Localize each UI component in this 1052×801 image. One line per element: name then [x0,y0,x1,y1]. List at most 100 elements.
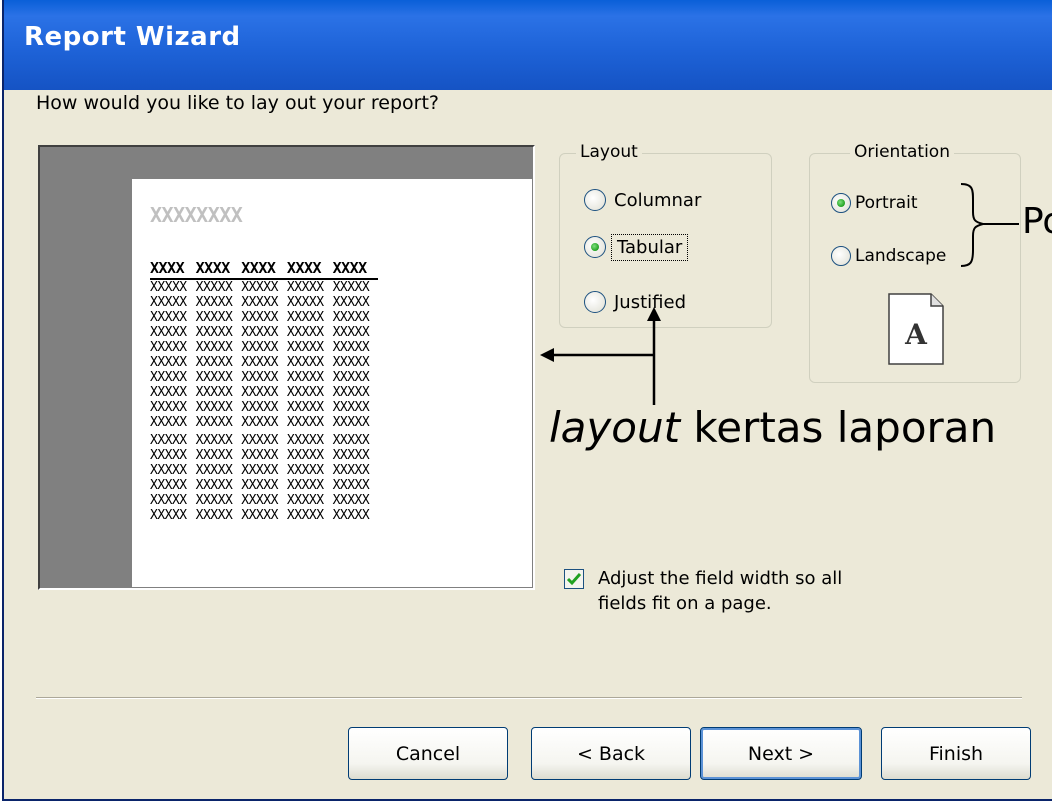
back-button[interactable]: < Back [531,727,691,780]
preview-cell: XXXXX [332,385,370,400]
preview-cell: XXXXX [241,463,278,478]
portrait-page-icon: A [888,293,944,365]
preview-cell: XXXXX [332,433,370,448]
preview-cell: XXXXX [286,370,324,385]
preview-row: XXXXX XXXXX XXXXX XXXXX XXXXX [150,340,378,355]
radio-circle-selected[interactable] [584,236,606,258]
preview-cell: XXXXX [241,448,278,463]
adjust-field-width-label: Adjust the field width so all fields fit… [598,568,843,614]
preview-row: XXXXX XXXXX XXXXX XXXXX XXXXX [150,463,378,478]
preview-cell: XXXXX [332,493,370,508]
preview-cell: XXXXX [195,325,233,340]
preview-cell: XXXXX [195,340,233,355]
adjust-field-width-checkbox[interactable]: Adjust the field width so all fields fit… [564,566,858,616]
preview-cell: XXXXX [195,400,233,415]
preview-cell: XXXXX [286,415,324,430]
preview-cell: XXXXX [195,310,233,325]
preview-row: XXXXX XXXXX XXXXX XXXXX XXXXX [150,400,378,415]
preview-cell: XXXXX [195,478,233,493]
preview-cell: XXXXX [150,355,187,370]
wizard-prompt: How would you like to lay out your repor… [36,92,439,114]
preview-row: XXXXX XXXXX XXXXX XXXXX XXXXX [150,493,378,508]
preview-row: XXXXX XXXXX XXXXX XXXXX XXXXX [150,325,378,340]
preview-header: XXXX [286,257,333,280]
preview-cell: XXXXX [150,433,187,448]
preview-cell: XXXXX [286,433,324,448]
preview-cell: XXXXX [241,433,278,448]
orientation-bracket-annotation [960,183,1019,267]
radio-circle[interactable] [831,246,851,266]
preview-cell: XXXXX [286,280,324,295]
preview-cell: XXXXX [150,325,187,340]
radio-columnar[interactable]: Columnar [584,189,701,211]
preview-cell: XXXXX [332,325,370,340]
preview-cell: XXXXX [241,508,278,523]
preview-cell: XXXXX [241,385,278,400]
preview-cell: XXXXX [286,325,324,340]
next-button[interactable]: Next > [700,727,862,780]
preview-cell: XXXXX [332,415,370,430]
preview-table: XXXX XXXX XXXX XXXX XXXX XXXXX XXXXX XXXXX… [150,257,379,523]
radio-circle[interactable] [584,189,606,211]
preview-cell: XXXXX [332,370,370,385]
report-wizard-window: Report Wizard How would you like to lay … [2,0,1052,801]
preview-cell: XXXXX [195,415,233,430]
preview-cell: XXXXX [241,355,278,370]
layout-annotation-text: layout kertas laporan [549,403,996,452]
preview-cell: XXXXX [195,448,233,463]
preview-cell: XXXXX [150,340,187,355]
preview-header: XXXX [332,257,379,280]
preview-cell: XXXXX [241,340,278,355]
preview-cell: XXXXX [241,370,278,385]
finish-button[interactable]: Finish [881,727,1031,780]
radio-circle-selected[interactable] [831,193,851,213]
preview-cell: XXXXX [332,340,370,355]
cancel-button[interactable]: Cancel [348,727,508,780]
preview-row: XXXXX XXXXX XXXXX XXXXX XXXXX [150,478,378,493]
preview-cell: XXXXX [150,310,187,325]
preview-cell: XXXXX [150,370,187,385]
preview-cell: XXXXX [241,493,278,508]
preview-cell: XXXXX [286,295,324,310]
preview-cell: XXXXX [195,370,233,385]
preview-cell: XXXXX [286,385,324,400]
preview-cell: XXXXX [195,355,233,370]
preview-cell: XXXXX [286,508,324,523]
preview-cell: XXXXX [195,295,233,310]
preview-cell: XXXXX [150,280,187,295]
preview-cell: XXXXX [241,310,278,325]
preview-row: XXXXX XXXXX XXXXX XXXXX XXXXX [150,370,378,385]
preview-cell: XXXXX [286,448,324,463]
radio-tabular[interactable]: Tabular [584,233,689,261]
preview-cell: XXXXX [286,493,324,508]
preview-cell: XXXXX [195,433,233,448]
preview-cell: XXXXX [241,400,278,415]
preview-row: XXXXX XXXXX XXXXX XXXXX XXXXX [150,279,378,295]
radio-landscape[interactable]: Landscape [831,246,946,266]
preview-cell: XXXXX [332,280,370,295]
preview-row: XXXXX XXXXX XXXXX XXXXX XXXXX [150,310,378,325]
preview-cell: XXXXX [332,508,370,523]
title-bar[interactable]: Report Wizard [4,0,1052,90]
preview-cell: XXXXX [150,400,187,415]
checkbox-box[interactable] [564,569,584,589]
preview-cell: XXXXX [241,478,278,493]
preview-header: XXXX [150,257,196,280]
preview-cell: XXXXX [150,295,187,310]
layout-preview: XXXXXXXX XXXX XXXX XXXX XXXX XXXX XXXXX X… [38,145,535,590]
radio-dot [591,243,599,251]
radio-portrait[interactable]: Portrait [831,193,918,213]
preview-cell: XXXXX [195,493,233,508]
preview-cell: XXXXX [150,493,187,508]
preview-cell: XXXXX [150,385,187,400]
check-mark-icon [566,573,582,586]
svg-text:A: A [904,318,928,351]
preview-cell: XXXXX [195,280,233,295]
preview-cell: XXXXX [286,478,324,493]
preview-paper: XXXXXXXX XXXX XXXX XXXX XXXX XXXX XXXXX X… [132,179,532,587]
orientation-group-label: Orientation [850,142,954,162]
preview-cell: XXXXX [286,400,324,415]
preview-cell: XXXXX [150,478,187,493]
preview-cell: XXXXX [241,295,278,310]
preview-title: XXXXXXXX [150,203,243,227]
